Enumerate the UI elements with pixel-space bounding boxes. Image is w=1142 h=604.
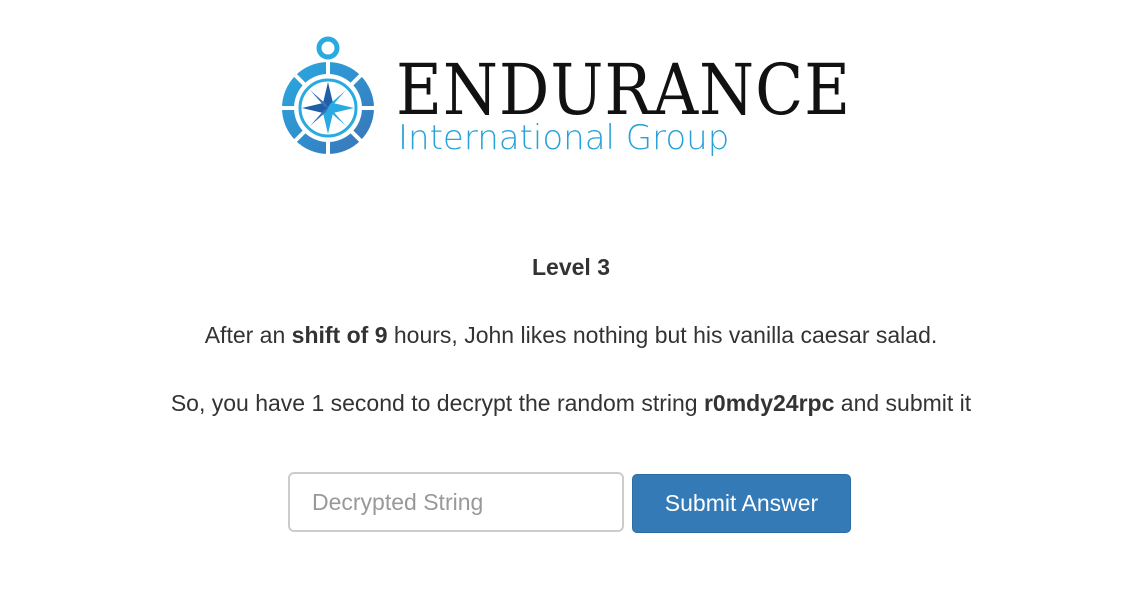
hint-suffix: hours, John likes nothing but his vanill… bbox=[387, 322, 938, 348]
random-string: r0mdy24rpc bbox=[703, 390, 835, 416]
level-title: Level 3 bbox=[532, 254, 610, 280]
page: ENDURANCE International Group Level 3 Af… bbox=[0, 0, 1142, 604]
challenge-content: Level 3 After an shift of 9 hours, John … bbox=[0, 252, 1142, 418]
challenge-hint: After an shift of 9 hours, John likes no… bbox=[0, 320, 1142, 350]
challenge-instruction: So, you have 1 second to decrypt the ran… bbox=[0, 388, 1142, 418]
hint-prefix: After an bbox=[204, 322, 292, 348]
submit-answer-button[interactable]: Submit Answer bbox=[632, 474, 851, 533]
hint-shift-bold: shift of 9 bbox=[291, 322, 388, 348]
company-logo: ENDURANCE International Group bbox=[276, 36, 866, 164]
instruction-suffix: and submit it bbox=[834, 390, 972, 416]
compass-icon bbox=[282, 36, 374, 154]
logo-subtitle: International Group bbox=[398, 118, 730, 158]
decrypted-string-input[interactable] bbox=[288, 472, 624, 532]
answer-form: Submit Answer bbox=[288, 472, 854, 534]
instruction-prefix: So, you have 1 second to decrypt the ran… bbox=[170, 390, 704, 416]
